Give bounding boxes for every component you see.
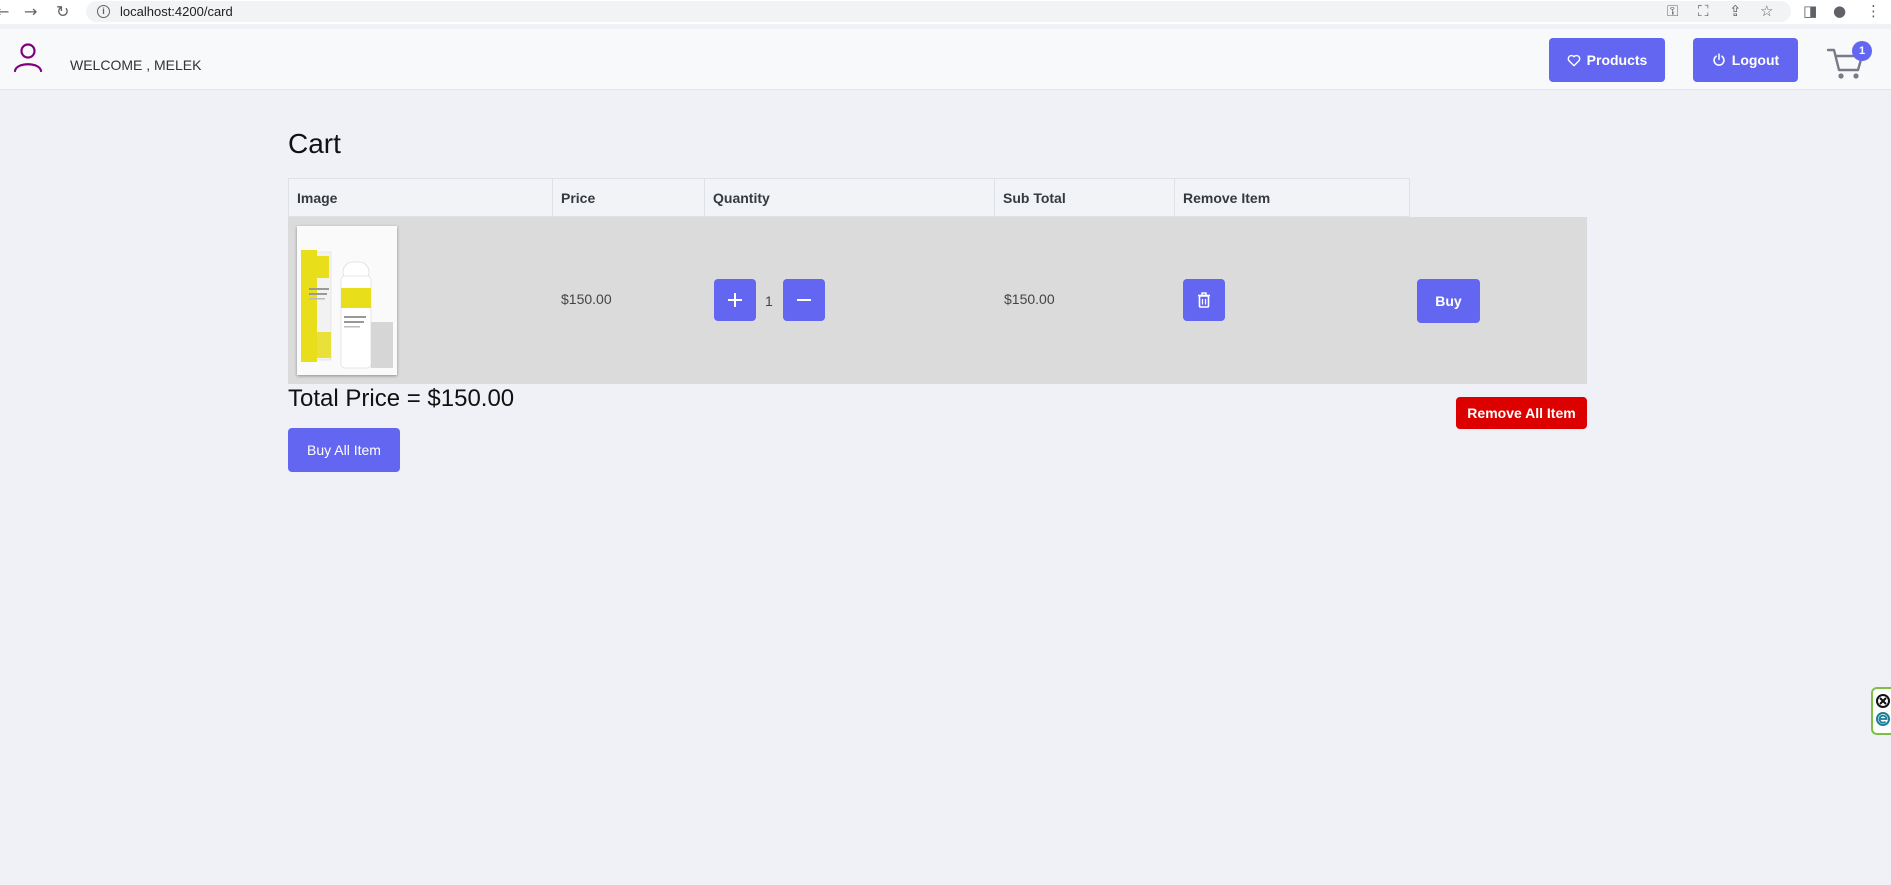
item-subtotal: $150.00	[1004, 291, 1055, 307]
site-info-icon[interactable]: i	[97, 5, 110, 18]
translate-icon[interactable]: ⛶	[1698, 2, 1709, 20]
bookmark-star-icon[interactable]: ☆	[1760, 2, 1773, 20]
logout-button[interactable]: Logout	[1693, 38, 1798, 82]
welcome-text: WELCOME , MELEK	[70, 57, 202, 73]
products-button[interactable]: Products	[1549, 38, 1665, 82]
extension-widget[interactable]	[1871, 687, 1891, 735]
total-price: Total Price = $150.00	[288, 385, 515, 412]
browser-toolbar: ← → ↻ i localhost:4200/card ⚿ ⛶ ⇪ ☆ ◨ ● …	[0, 0, 1891, 24]
logout-label: Logout	[1731, 52, 1780, 68]
trash-icon	[1198, 292, 1210, 308]
remove-item-button[interactable]	[1183, 279, 1225, 321]
minus-icon	[797, 299, 811, 301]
buy-all-button[interactable]: Buy All Item	[288, 428, 400, 472]
buy-button[interactable]: Buy	[1417, 279, 1480, 323]
extension-close-icon[interactable]	[1873, 689, 1891, 733]
reload-icon[interactable]: ↻	[56, 2, 69, 21]
column-header-quantity: Quantity	[704, 178, 994, 217]
decrease-quantity-button[interactable]	[783, 279, 825, 321]
table-row: $150.00 1 $150.00 Buy	[288, 217, 1587, 384]
profile-icon[interactable]: ●	[1833, 2, 1846, 20]
heart-icon	[1567, 54, 1580, 66]
column-header-price: Price	[552, 178, 704, 217]
address-bar[interactable]: i localhost:4200/card	[86, 1, 1791, 22]
column-header-image: Image	[288, 178, 552, 217]
power-icon	[1713, 53, 1725, 66]
forward-arrow-icon[interactable]: →	[24, 2, 37, 21]
column-header-subtotal: Sub Total	[994, 178, 1174, 217]
key-icon[interactable]: ⚿	[1667, 2, 1678, 20]
url-text[interactable]: localhost:4200/card	[120, 4, 233, 19]
page-title: Cart	[288, 128, 341, 159]
remove-all-button[interactable]: Remove All Item	[1456, 397, 1587, 429]
column-header-remove-item: Remove Item	[1174, 178, 1410, 217]
user-icon[interactable]	[12, 41, 44, 73]
item-price: $150.00	[561, 291, 612, 307]
cart-count-badge: 1	[1852, 41, 1872, 61]
product-image	[297, 226, 397, 375]
plus-icon	[728, 293, 742, 307]
share-icon[interactable]: ⇪	[1729, 2, 1742, 20]
cart-table-header: Image Price Quantity Sub Total Remove It…	[288, 178, 1410, 217]
back-arrow-icon[interactable]: ←	[0, 2, 9, 21]
item-quantity: 1	[765, 293, 773, 309]
side-panel-icon[interactable]: ◨	[1803, 2, 1817, 20]
menu-dots-icon[interactable]: ⋮	[1866, 2, 1881, 20]
increase-quantity-button[interactable]	[714, 279, 756, 321]
products-label: Products	[1586, 52, 1648, 68]
